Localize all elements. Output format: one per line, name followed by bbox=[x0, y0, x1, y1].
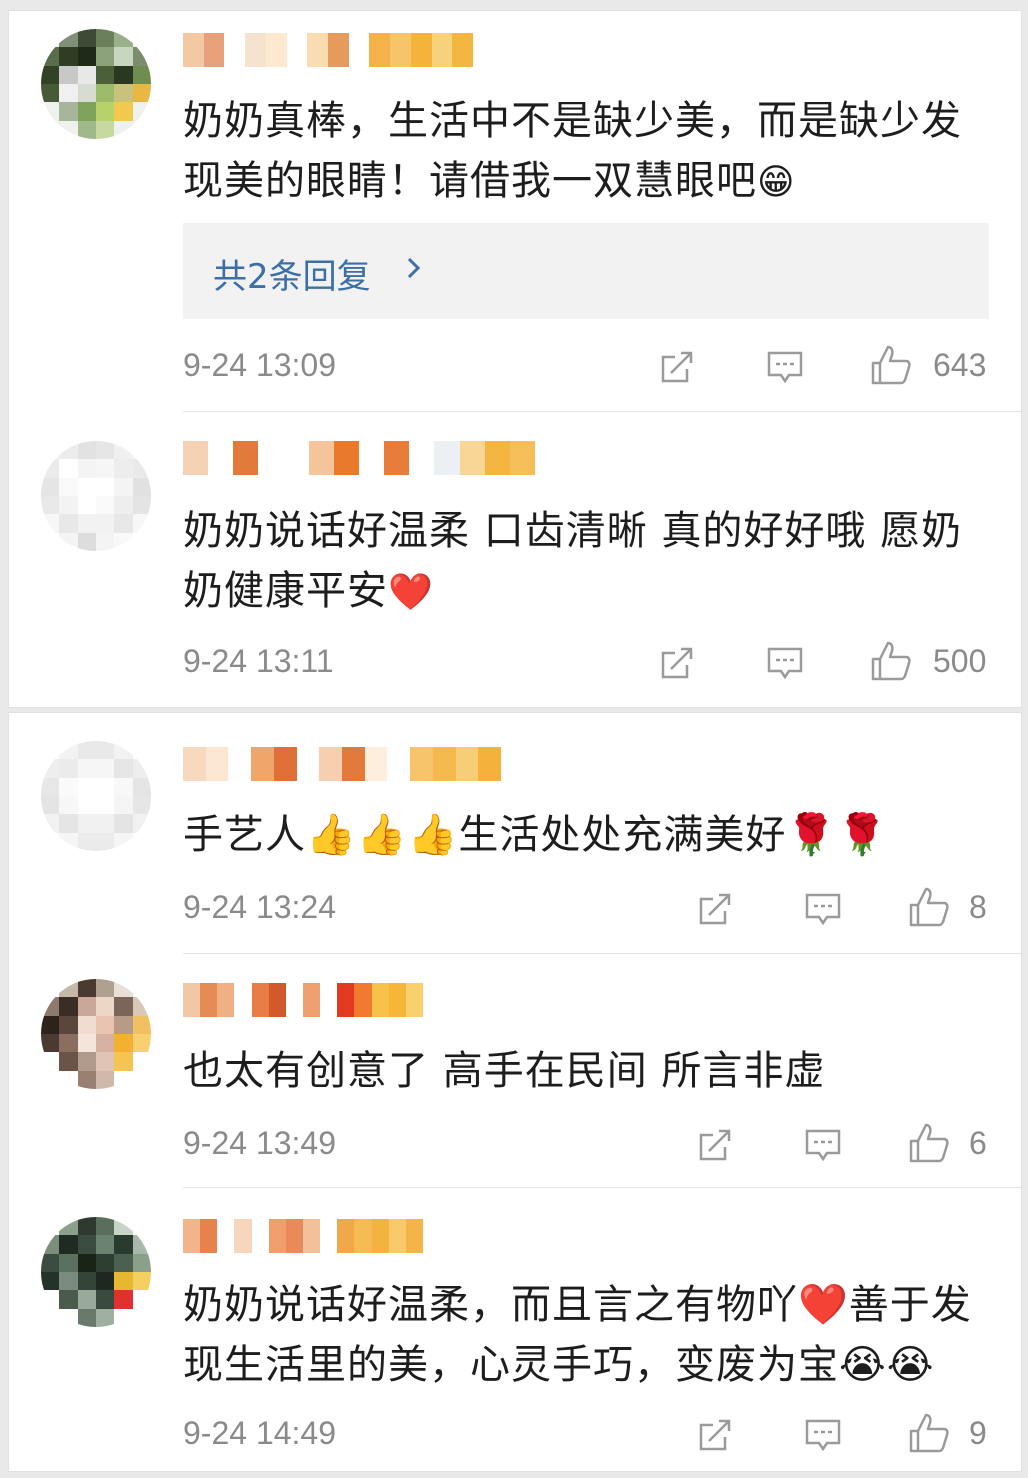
comment-text: 奶奶说话好温柔 口齿清晰 真的好好哦 愿奶奶健康平安❤️ bbox=[183, 508, 963, 614]
comment-icon[interactable] bbox=[803, 1125, 843, 1165]
comment-meta: 9-24 13:49 6 bbox=[183, 1123, 989, 1169]
comment-text: 也太有创意了 高手在民间 所言非虚 bbox=[183, 1048, 826, 1094]
comment-text: 奶奶说话好温柔，而且言之有物吖❤️善于发现生活里的美，心灵手巧，变废为宝😭😭 bbox=[183, 1282, 972, 1388]
comment-text: 手艺人👍👍👍生活处处充满美好🌹🌹 bbox=[183, 812, 889, 858]
avatar[interactable] bbox=[41, 979, 151, 1089]
comment-meta: 9-24 13:09 643 bbox=[183, 345, 989, 391]
comment-time: 9-24 13:09 bbox=[183, 347, 337, 383]
replies-label: 共2条回复 bbox=[213, 257, 371, 297]
share-icon[interactable] bbox=[695, 1415, 735, 1455]
comments-panel-top: 奶奶真棒，生活中不是缺少美，而是缺少发现美的眼睛！请借我一双慧眼吧😁 共2条回复… bbox=[8, 10, 1022, 708]
share-icon[interactable] bbox=[695, 1125, 735, 1165]
like-count: 9 bbox=[969, 1415, 987, 1451]
thumbs-up-icon[interactable] bbox=[907, 1411, 951, 1455]
comment-time: 9-24 14:49 bbox=[183, 1415, 337, 1451]
comment-icon[interactable] bbox=[803, 1415, 843, 1455]
comment-time: 9-24 13:49 bbox=[183, 1125, 337, 1161]
username-blurred[interactable] bbox=[183, 33, 473, 67]
comment-meta: 9-24 13:11 500 bbox=[183, 641, 989, 687]
like-count: 8 bbox=[969, 889, 987, 925]
share-icon[interactable] bbox=[657, 643, 697, 683]
like-count: 500 bbox=[933, 643, 987, 679]
username-blurred[interactable] bbox=[183, 983, 423, 1017]
thumbs-up-icon[interactable] bbox=[869, 639, 913, 683]
like-count: 6 bbox=[969, 1125, 987, 1161]
avatar[interactable] bbox=[41, 441, 151, 551]
comment-text: 奶奶真棒，生活中不是缺少美，而是缺少发现美的眼睛！请借我一双慧眼吧😁 bbox=[183, 98, 962, 204]
comment-time: 9-24 13:24 bbox=[183, 889, 337, 925]
heart-emoji-icon: ❤️ bbox=[388, 572, 434, 613]
chevron-right-icon bbox=[407, 257, 421, 279]
divider bbox=[183, 411, 1021, 412]
divider bbox=[183, 1187, 1021, 1188]
grin-emoji-icon: 😁 bbox=[757, 162, 796, 203]
comment-meta: 9-24 13:24 8 bbox=[183, 887, 989, 933]
avatar[interactable] bbox=[41, 29, 151, 139]
comment-icon[interactable] bbox=[765, 643, 805, 683]
comment-icon[interactable] bbox=[803, 889, 843, 929]
thumbs-up-icon[interactable] bbox=[907, 1121, 951, 1165]
comment-meta: 9-24 14:49 9 bbox=[183, 1413, 989, 1459]
thumbs-up-icon[interactable] bbox=[907, 885, 951, 929]
share-icon[interactable] bbox=[695, 889, 735, 929]
share-icon[interactable] bbox=[657, 347, 697, 387]
thumbs-up-icon[interactable] bbox=[869, 343, 913, 387]
comments-panel-bottom: 手艺人👍👍👍生活处处充满美好🌹🌹 9-24 13:24 8 也太有创意了 高手在… bbox=[8, 712, 1022, 1472]
username-blurred[interactable] bbox=[183, 441, 535, 475]
divider bbox=[183, 953, 1021, 954]
comment-icon[interactable] bbox=[765, 347, 805, 387]
like-count: 643 bbox=[933, 347, 987, 383]
username-blurred[interactable] bbox=[183, 1219, 423, 1253]
avatar[interactable] bbox=[41, 741, 151, 851]
replies-link[interactable]: 共2条回复 bbox=[183, 223, 989, 319]
avatar[interactable] bbox=[41, 1217, 151, 1327]
comment-time: 9-24 13:11 bbox=[183, 643, 334, 679]
username-blurred[interactable] bbox=[183, 747, 501, 781]
